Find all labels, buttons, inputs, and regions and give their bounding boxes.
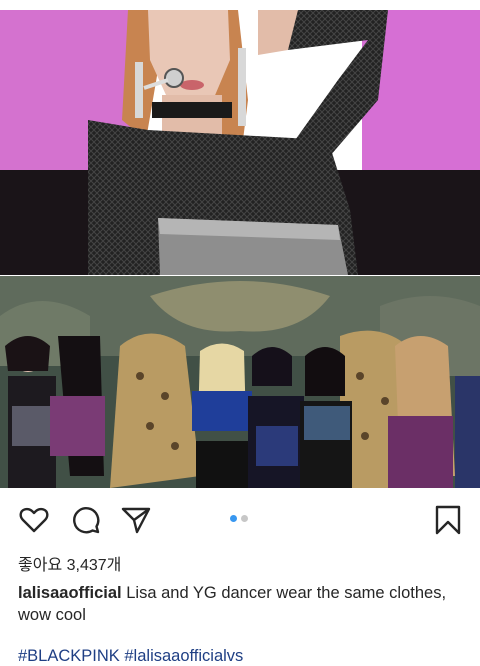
likes-count[interactable]: 좋아요 3,437개 [18,551,121,575]
post-caption: lalisaaofficial Lisa and YG dancer wear … [18,582,468,626]
carousel-dot-active [230,515,237,522]
heart-outline-icon[interactable] [18,504,50,536]
bookmark-icon[interactable] [432,504,464,536]
carousel-dot [241,515,248,522]
post-image-performer[interactable] [0,0,480,275]
paper-plane-icon[interactable] [120,504,152,536]
carousel-indicator [228,515,252,523]
post-image-dancers[interactable] [0,276,480,488]
dancers-scene [0,276,480,488]
post-hashtags[interactable]: #BLACKPINK #lalisaaofficialvs [18,647,243,666]
instagram-post: 좋아요 3,437개 lalisaaofficial Lisa and YG d… [0,0,480,666]
performer-figure [88,10,388,275]
comment-bubble-icon[interactable] [70,504,102,536]
caption-username[interactable]: lalisaaofficial [18,584,122,602]
